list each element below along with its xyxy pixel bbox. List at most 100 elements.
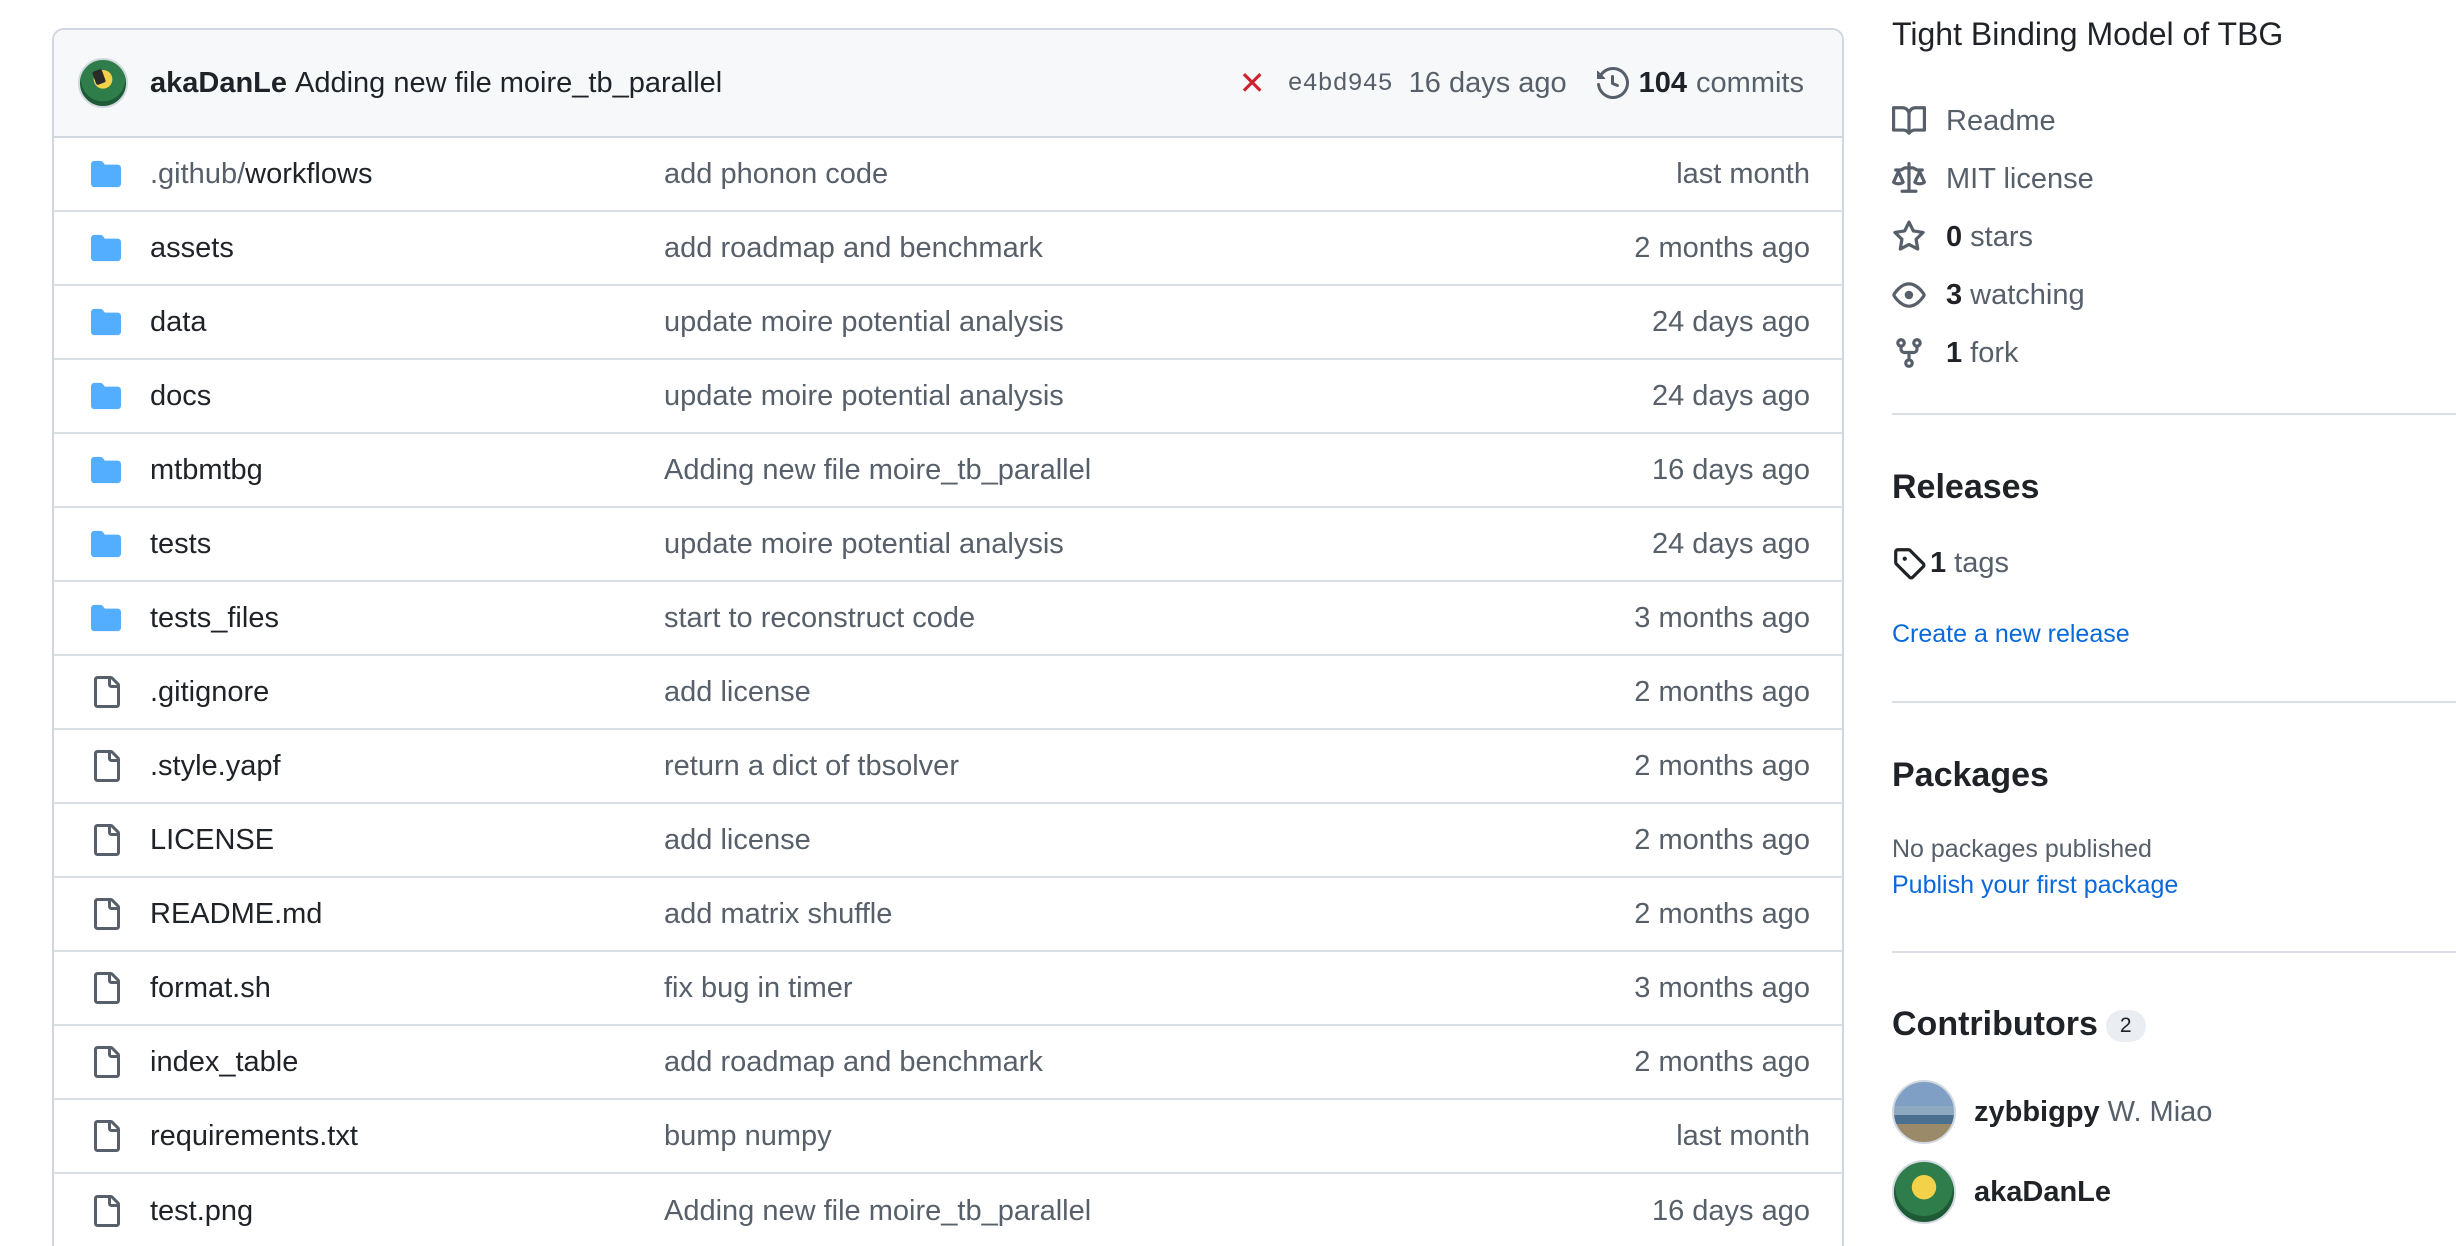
file-commit-message[interactable]: update moire potential analysis <box>664 528 1652 561</box>
publish-package-link[interactable]: Publish your first package <box>1892 871 2178 900</box>
sidebar-divider <box>1892 951 2456 953</box>
file-name: format.sh <box>150 971 271 1004</box>
readme-link[interactable]: Readme <box>1892 92 2094 150</box>
file-commit-age: 16 days ago <box>1651 453 1810 486</box>
file-name-link[interactable]: LICENSE <box>150 824 664 857</box>
table-row[interactable]: docs update moire potential analysis 24 da… <box>54 360 1842 434</box>
file-name-link[interactable]: mtbmtbg <box>150 454 664 487</box>
file-name-link[interactable]: README.md <box>150 898 664 931</box>
file-commit-message[interactable]: Adding new file moire_tb_parallel <box>664 1195 1652 1228</box>
file-commit-message[interactable]: start to reconstruct code <box>664 602 1634 635</box>
tag-icon <box>1894 548 1926 580</box>
file-name-link[interactable]: format.sh <box>150 972 664 1005</box>
contributors-count: 2 <box>2105 1010 2146 1043</box>
table-row[interactable]: mtbmtbg Adding new file moire_tb_parallel… <box>54 434 1842 508</box>
file-name: data <box>150 305 207 338</box>
table-row[interactable]: test.png Adding new file moire_tb_paralle… <box>54 1174 1842 1246</box>
file-name-link[interactable]: .github/workflows <box>150 158 664 191</box>
file-icon <box>86 750 126 782</box>
tags-count: 1 <box>1930 546 1947 579</box>
file-commit-message[interactable]: add license <box>664 676 1634 709</box>
file-name-link[interactable]: docs <box>150 380 664 413</box>
avatar[interactable] <box>1892 1160 1956 1224</box>
stars-label: stars <box>1970 220 2033 253</box>
file-name: .gitignore <box>150 675 270 708</box>
contributors-title[interactable]: Contributors 2 <box>1892 1005 2146 1044</box>
file-name-link[interactable]: .style.yapf <box>150 750 664 783</box>
file-commit-message[interactable]: add matrix shuffle <box>664 898 1634 931</box>
license-link[interactable]: MIT license <box>1892 150 2094 208</box>
table-row[interactable]: .style.yapf return a dict of tbsolver 2 mo… <box>54 730 1842 804</box>
commit-message[interactable]: Adding new file moire_tb_parallel <box>295 67 722 100</box>
packages-title[interactable]: Packages <box>1892 756 2049 795</box>
file-commit-age: 24 days ago <box>1651 305 1810 338</box>
file-commit-message[interactable]: update moire potential analysis <box>664 306 1652 339</box>
table-row[interactable]: README.md add matrix shuffle 2 months ago <box>54 878 1842 952</box>
file-commit-age: last month <box>1676 1119 1810 1152</box>
file-commit-message[interactable]: fix bug in timer <box>664 972 1634 1005</box>
star-icon <box>1893 220 1925 251</box>
contributor-item[interactable]: akaDanLe <box>1892 1160 2119 1224</box>
table-row[interactable]: index_table add roadmap and benchmark 2 mo… <box>54 1026 1842 1100</box>
sidebar-divider <box>1892 413 2456 415</box>
file-icon <box>86 1046 126 1078</box>
releases-title[interactable]: Releases <box>1892 468 2039 507</box>
file-commit-age: 2 months ago <box>1634 749 1810 782</box>
file-icon <box>86 824 126 856</box>
table-row[interactable]: tests_files start to reconstruct code 3 mo… <box>54 582 1842 656</box>
file-commit-message[interactable]: add license <box>664 824 1634 857</box>
file-path-prefix: .github/ <box>150 157 246 190</box>
file-name-link[interactable]: data <box>150 306 664 339</box>
stars-count: 0 <box>1946 220 1963 253</box>
stars-link[interactable]: 0 stars <box>1892 208 2094 266</box>
avatar[interactable] <box>1892 1080 1956 1144</box>
book-icon <box>1892 106 1926 135</box>
file-name-link[interactable]: tests_files <box>150 602 664 635</box>
file-commit-age: 3 months ago <box>1634 971 1810 1004</box>
file-name-link[interactable]: .gitignore <box>150 676 664 709</box>
file-name-link[interactable]: requirements.txt <box>150 1120 664 1153</box>
commits-history-link[interactable]: 104 commits <box>1596 66 1804 100</box>
file-name-link[interactable]: test.png <box>150 1195 664 1228</box>
table-row[interactable]: requirements.txt bump numpy last month <box>54 1100 1842 1174</box>
file-icon <box>86 898 126 930</box>
file-commit-age: last month <box>1676 157 1810 190</box>
file-commit-age: 2 months ago <box>1634 1045 1810 1078</box>
forks-link[interactable]: 1 fork <box>1892 324 2094 382</box>
table-row[interactable]: data update moire potential analysis 24 da… <box>54 286 1842 360</box>
file-commit-message[interactable]: Adding new file moire_tb_parallel <box>664 454 1652 487</box>
file-commit-message[interactable]: add roadmap and benchmark <box>664 232 1634 265</box>
tags-link[interactable]: 1 tags <box>1892 546 2009 580</box>
table-row[interactable]: LICENSE add license 2 months ago <box>54 804 1842 878</box>
table-row[interactable]: .github/workflows add phonon code last mon… <box>54 138 1842 212</box>
table-row[interactable]: format.sh fix bug in timer 3 months ago <box>54 952 1842 1026</box>
commit-sha[interactable]: e4bd945 <box>1288 69 1393 98</box>
fork-count: 1 <box>1946 336 1963 369</box>
x-icon[interactable]: ✕ <box>1239 67 1266 99</box>
about-meta-list: Readme MIT license 0 stars 3 watching 1 … <box>1892 92 2094 382</box>
file-commit-message[interactable]: add phonon code <box>664 158 1676 191</box>
file-name: tests <box>150 527 212 560</box>
table-row[interactable]: .gitignore add license 2 months ago <box>54 656 1842 730</box>
file-name-link[interactable]: index_table <box>150 1046 664 1079</box>
contributor-item[interactable]: zybbigpy W. Miao <box>1892 1080 2212 1144</box>
watchers-link[interactable]: 3 watching <box>1892 266 2094 324</box>
contributor-login[interactable]: akaDanLe <box>1974 1176 2111 1209</box>
contributor-login[interactable]: zybbigpy <box>1974 1096 2100 1129</box>
folder-icon <box>86 529 126 559</box>
table-row[interactable]: tests update moire potential analysis 24 d… <box>54 508 1842 582</box>
file-commit-message[interactable]: add roadmap and benchmark <box>664 1046 1634 1079</box>
commit-author[interactable]: akaDanLe <box>150 67 287 100</box>
file-name-link[interactable]: assets <box>150 232 664 265</box>
commit-author-avatar[interactable] <box>78 58 128 108</box>
file-commit-message[interactable]: return a dict of tbsolver <box>664 750 1634 783</box>
file-name-link[interactable]: tests <box>150 528 664 561</box>
commits-count: 104 <box>1638 66 1688 99</box>
create-release-link[interactable]: Create a new release <box>1892 620 2130 649</box>
file-name: workflows <box>245 157 373 190</box>
file-commit-message[interactable]: bump numpy <box>664 1120 1676 1153</box>
table-row[interactable]: assets add roadmap and benchmark 2 months … <box>54 212 1842 286</box>
file-name: requirements.txt <box>150 1119 358 1152</box>
file-commit-message[interactable]: update moire potential analysis <box>664 380 1652 413</box>
folder-icon <box>86 307 126 337</box>
